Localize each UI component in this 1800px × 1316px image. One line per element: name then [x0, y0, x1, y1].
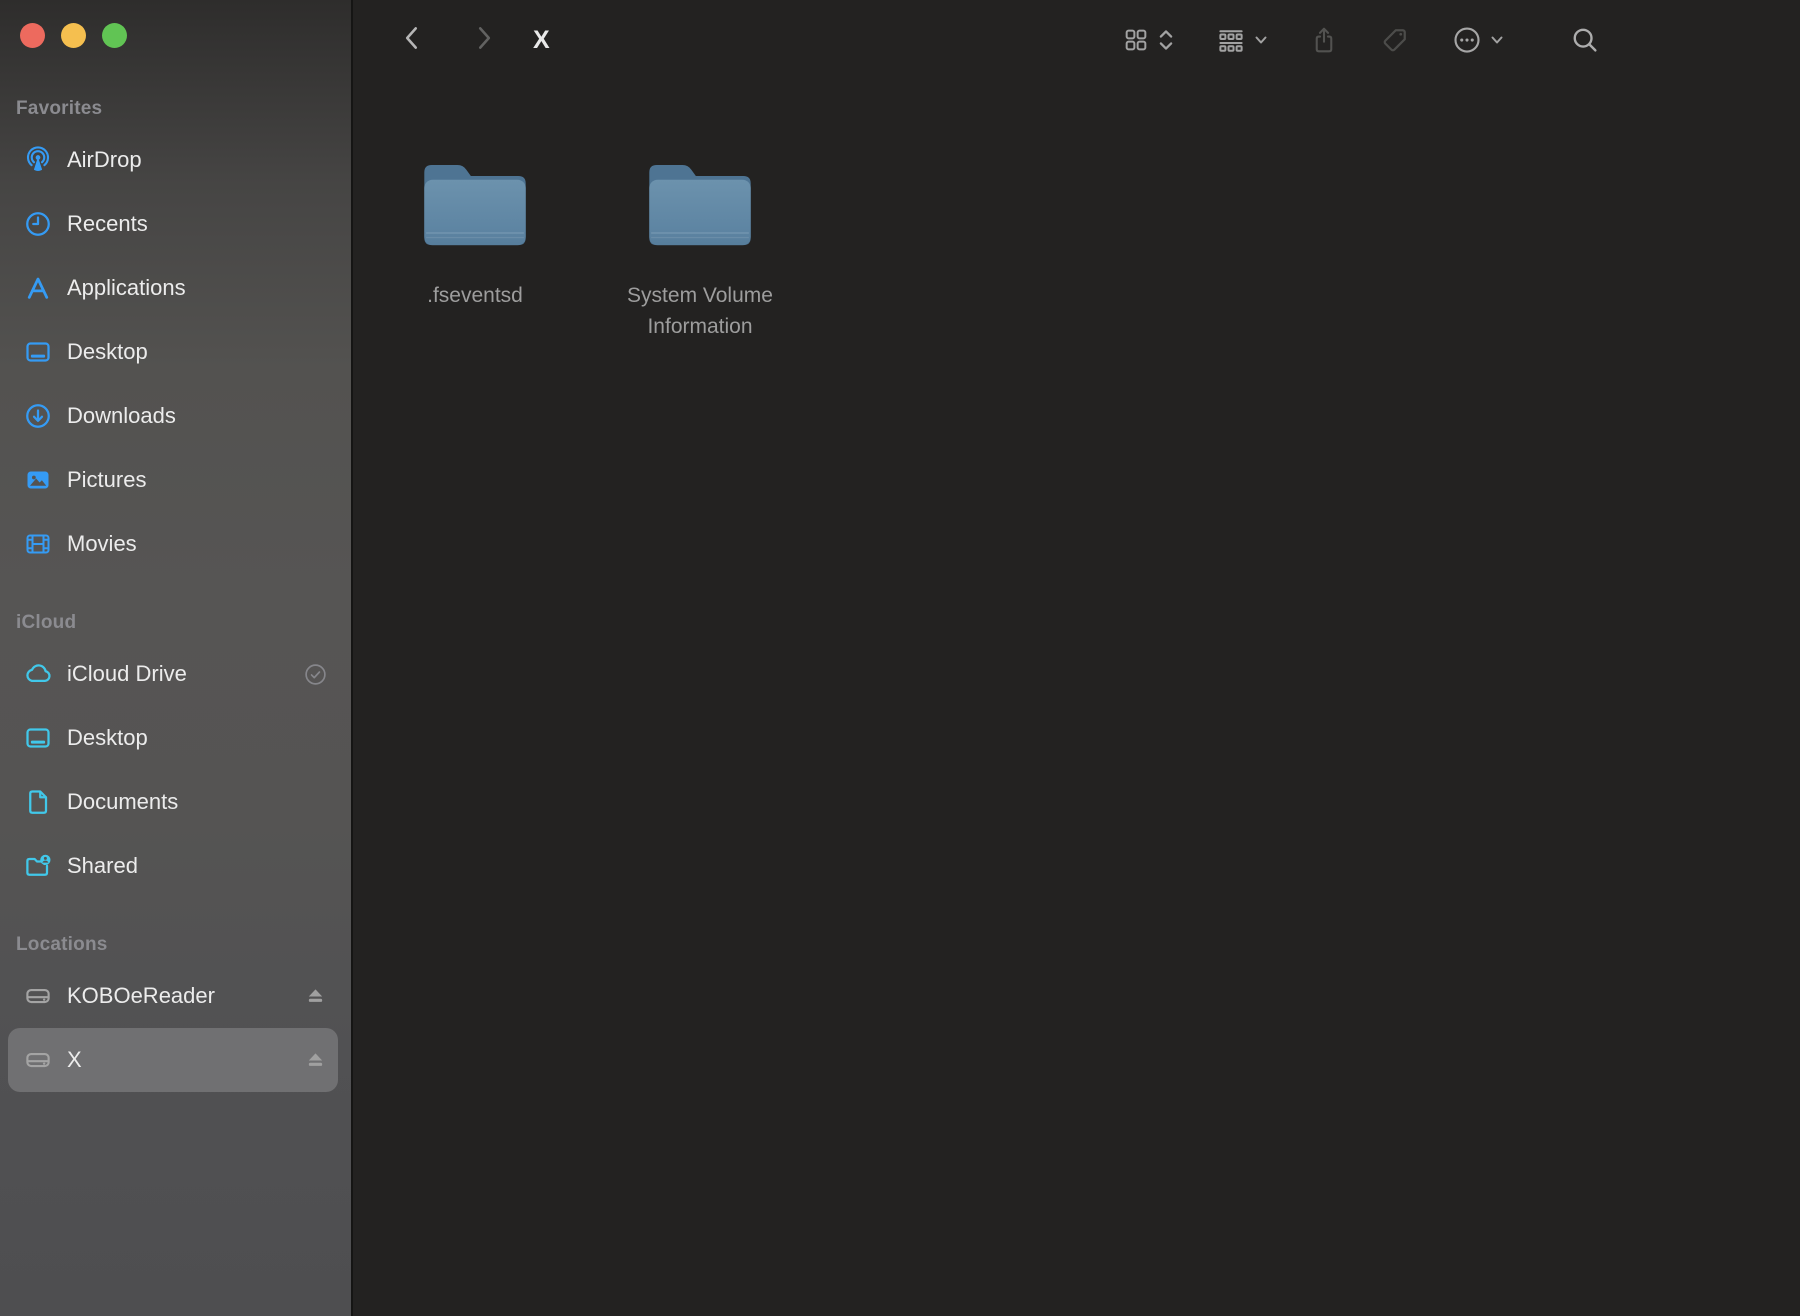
- window-title: X: [533, 25, 550, 54]
- content-area: .fseventsd System Volume Information: [355, 80, 1800, 1316]
- sidebar-item-koboereader[interactable]: KOBOeReader: [8, 964, 338, 1028]
- sidebar-item-movies[interactable]: Movies: [8, 512, 338, 576]
- view-grid-icon: [1122, 26, 1150, 54]
- zoom-button[interactable]: [102, 23, 127, 48]
- sidebar-item-downloads[interactable]: Downloads: [8, 384, 338, 448]
- chevron-down-icon: [1254, 33, 1268, 47]
- app-store-icon: [22, 272, 54, 304]
- section-header-favorites: Favorites: [16, 98, 103, 119]
- share-icon: [1310, 25, 1338, 55]
- close-button[interactable]: [20, 23, 45, 48]
- toolbar-actions: [1122, 25, 1800, 55]
- file-item-fseventsd[interactable]: .fseventsd: [380, 150, 570, 311]
- group-by-button[interactable]: [1216, 25, 1268, 55]
- pictures-icon: [22, 464, 54, 496]
- sidebar-item-label: Downloads: [67, 403, 176, 428]
- search-icon: [1570, 25, 1600, 55]
- tag-icon: [1380, 25, 1410, 55]
- folder-icon: [416, 150, 534, 250]
- sidebar-item-recents[interactable]: Recents: [8, 192, 338, 256]
- finder-window: Favorites AirDrop Recents Applications D…: [0, 0, 1800, 1316]
- sidebar-section-favorites: Favorites AirDrop Recents Applications D…: [0, 98, 351, 576]
- drive-icon: [22, 1044, 54, 1076]
- eject-button[interactable]: [302, 1047, 328, 1073]
- file-name: .fseventsd: [427, 284, 523, 307]
- file-item-system-volume-information[interactable]: System Volume Information: [605, 150, 795, 342]
- desktop-icon: [22, 722, 54, 754]
- search-button[interactable]: [1570, 25, 1600, 55]
- sidebar-section-locations: Locations KOBOeReader X: [0, 934, 351, 1092]
- sidebar-item-label: Desktop: [67, 339, 148, 364]
- clock-icon: [22, 208, 54, 240]
- sidebar-item-label: Recents: [67, 211, 148, 236]
- sidebar-item-pictures[interactable]: Pictures: [8, 448, 338, 512]
- back-button[interactable]: [397, 23, 427, 57]
- view-switcher[interactable]: [1122, 26, 1174, 54]
- downloads-icon: [22, 400, 54, 432]
- sidebar-item-label: AirDrop: [67, 147, 142, 172]
- chevron-right-icon: [471, 23, 497, 58]
- sidebar-item-airdrop[interactable]: AirDrop: [8, 128, 338, 192]
- sidebar-item-desktop[interactable]: Desktop: [8, 706, 338, 770]
- airdrop-icon: [22, 144, 54, 176]
- share-button[interactable]: [1310, 25, 1338, 55]
- shared-folder-icon: [22, 850, 54, 882]
- sidebar-item-label: Shared: [67, 853, 138, 878]
- sidebar-item-label: KOBOeReader: [67, 983, 215, 1008]
- sidebar-item-label: Applications: [67, 275, 186, 300]
- movies-icon: [22, 528, 54, 560]
- drive-icon: [22, 980, 54, 1012]
- chevron-left-icon: [399, 23, 425, 58]
- view-stepper-icon: [1158, 26, 1174, 54]
- traffic-lights: [20, 23, 127, 48]
- more-actions-button[interactable]: [1452, 25, 1504, 55]
- sidebar-item-label: iCloud Drive: [67, 661, 187, 686]
- sync-check-icon: [302, 661, 328, 687]
- sidebar-item-icloud-drive[interactable]: iCloud Drive: [8, 642, 338, 706]
- sidebar-item-x[interactable]: X: [8, 1028, 338, 1092]
- section-header-icloud: iCloud: [16, 612, 77, 633]
- sidebar-item-shared[interactable]: Shared: [8, 834, 338, 898]
- more-ellipsis-icon: [1452, 25, 1482, 55]
- tag-button[interactable]: [1380, 25, 1410, 55]
- sidebar-item-label: Pictures: [67, 467, 147, 492]
- sidebar-item-label: X: [67, 1047, 82, 1072]
- folder-icon: [641, 150, 759, 250]
- chevron-down-icon: [1490, 33, 1504, 47]
- desktop-icon: [22, 336, 54, 368]
- sidebar-item-label: Desktop: [67, 725, 148, 750]
- document-icon: [22, 786, 54, 818]
- sidebar-section-icloud: iCloud iCloud Drive Desktop Documents Sh…: [0, 612, 351, 898]
- file-name: System Volume Information: [627, 284, 773, 338]
- group-by-icon: [1216, 25, 1246, 55]
- sidebar: Favorites AirDrop Recents Applications D…: [0, 0, 353, 1316]
- sidebar-item-documents[interactable]: Documents: [8, 770, 338, 834]
- sidebar-item-applications[interactable]: Applications: [8, 256, 338, 320]
- forward-button[interactable]: [469, 23, 499, 57]
- sidebar-item-label: Movies: [67, 531, 137, 556]
- minimize-button[interactable]: [61, 23, 86, 48]
- sidebar-item-desktop[interactable]: Desktop: [8, 320, 338, 384]
- icloud-icon: [22, 658, 54, 690]
- toolbar: X: [353, 0, 1800, 80]
- sidebar-sections: Favorites AirDrop Recents Applications D…: [0, 98, 351, 1128]
- sidebar-item-label: Documents: [67, 789, 179, 814]
- section-header-locations: Locations: [16, 934, 108, 955]
- eject-button[interactable]: [302, 983, 328, 1009]
